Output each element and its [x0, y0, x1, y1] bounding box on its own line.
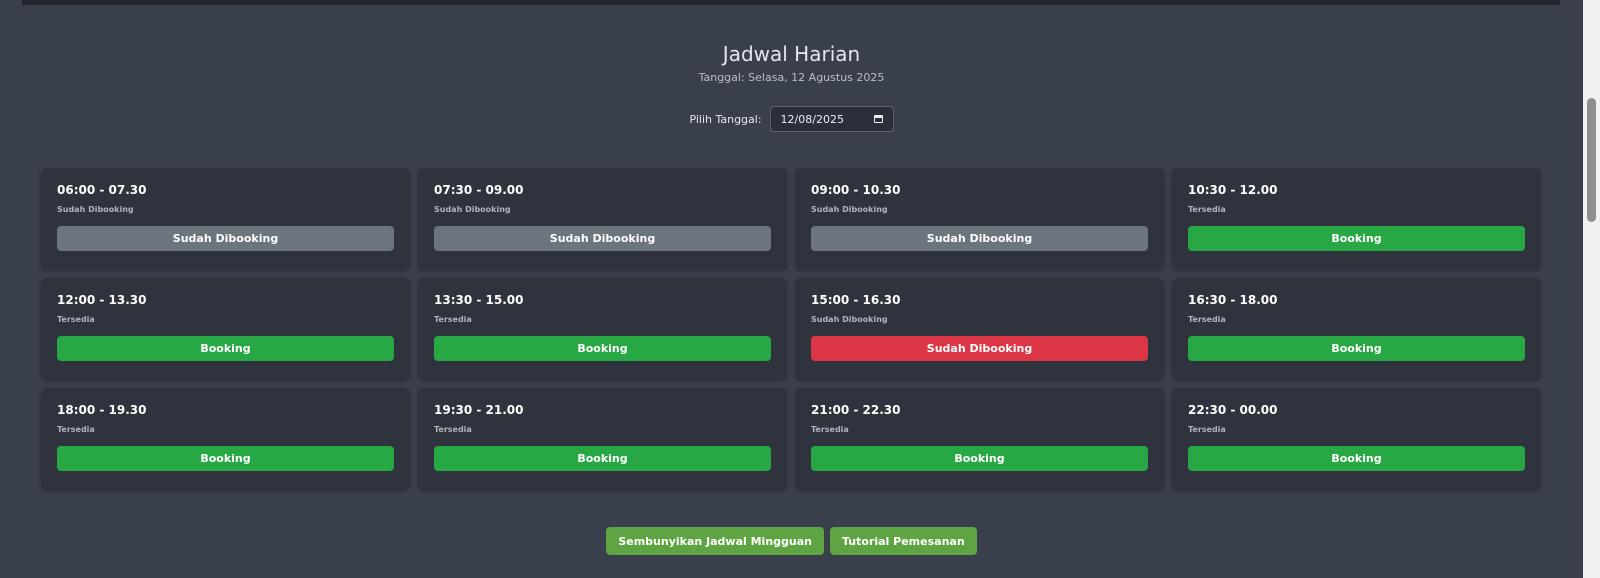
calendar-icon[interactable] — [873, 115, 883, 123]
slot-card: 09:00 - 10.30 Sudah Dibooking Sudah Dibo… — [795, 168, 1164, 270]
booking-button[interactable]: Booking — [1188, 446, 1525, 471]
slot-status: Tersedia — [1188, 315, 1226, 324]
slot-status: Sudah Dibooking — [57, 205, 134, 214]
slot-status: Sudah Dibooking — [811, 315, 888, 324]
booking-button[interactable]: Booking — [57, 446, 394, 471]
slot-card: 18:00 - 19.30 Tersedia Booking — [41, 388, 410, 490]
date-input-value: 12/08/2025 — [780, 112, 844, 126]
booked-button[interactable]: Sudah Dibooking — [811, 336, 1148, 361]
bottom-actions: Sembunyikan Jadwal Mingguan Tutorial Pem… — [0, 527, 1583, 555]
slot-card: 19:30 - 21.00 Tersedia Booking — [418, 388, 787, 490]
slot-status: Tersedia — [1188, 425, 1226, 434]
page-title: Jadwal Harian — [722, 42, 861, 66]
scrollbar-thumb[interactable] — [1587, 98, 1596, 222]
slot-card: 22:30 - 00.00 Tersedia Booking — [1172, 388, 1541, 490]
slot-time: 21:00 - 22.30 — [811, 403, 901, 417]
slot-time: 22:30 - 00.00 — [1188, 403, 1278, 417]
slot-card: 06:00 - 07.30 Sudah Dibooking Sudah Dibo… — [41, 168, 410, 270]
slot-card: 12:00 - 13.30 Tersedia Booking — [41, 278, 410, 380]
schedule-grid: 06:00 - 07.30 Sudah Dibooking Sudah Dibo… — [41, 168, 1541, 490]
slot-status: Sudah Dibooking — [434, 205, 511, 214]
date-input[interactable]: 12/08/2025 — [769, 106, 894, 132]
slot-card: 16:30 - 18.00 Tersedia Booking — [1172, 278, 1541, 380]
slot-card: 13:30 - 15.00 Tersedia Booking — [418, 278, 787, 380]
slot-time: 18:00 - 19.30 — [57, 403, 147, 417]
booking-button[interactable]: Booking — [57, 336, 394, 361]
slot-status: Tersedia — [434, 315, 472, 324]
slot-time: 10:30 - 12.00 — [1188, 183, 1278, 197]
slot-status: Tersedia — [434, 425, 472, 434]
slot-card: 07:30 - 09.00 Sudah Dibooking Sudah Dibo… — [418, 168, 787, 270]
slot-status: Tersedia — [1188, 205, 1226, 214]
slot-time: 16:30 - 18.00 — [1188, 293, 1278, 307]
slot-time: 13:30 - 15.00 — [434, 293, 524, 307]
page: Jadwal Harian Tanggal: Selasa, 12 Agustu… — [0, 0, 1583, 578]
slot-time: 06:00 - 07.30 — [57, 183, 147, 197]
booked-button[interactable]: Sudah Dibooking — [57, 226, 394, 251]
booking-button[interactable]: Booking — [811, 446, 1148, 471]
slot-time: 12:00 - 13.30 — [57, 293, 147, 307]
slot-time: 19:30 - 21.00 — [434, 403, 524, 417]
slot-card: 10:30 - 12.00 Tersedia Booking — [1172, 168, 1541, 270]
booked-button[interactable]: Sudah Dibooking — [811, 226, 1148, 251]
slot-status: Sudah Dibooking — [811, 205, 888, 214]
hide-weekly-schedule-button[interactable]: Sembunyikan Jadwal Mingguan — [606, 527, 824, 555]
booking-button[interactable]: Booking — [434, 446, 771, 471]
slot-card: 15:00 - 16.30 Sudah Dibooking Sudah Dibo… — [795, 278, 1164, 380]
slot-status: Tersedia — [57, 315, 95, 324]
slot-status: Tersedia — [57, 425, 95, 434]
slot-time: 09:00 - 10.30 — [811, 183, 901, 197]
booking-tutorial-button[interactable]: Tutorial Pemesanan — [830, 527, 977, 555]
date-picker-row: Pilih Tanggal: 12/08/2025 — [0, 106, 1583, 132]
booking-button[interactable]: Booking — [1188, 226, 1525, 251]
date-subtitle: Tanggal: Selasa, 12 Agustus 2025 — [698, 71, 885, 84]
slot-time: 07:30 - 09.00 — [434, 183, 524, 197]
slot-card: 21:00 - 22.30 Tersedia Booking — [795, 388, 1164, 490]
date-picker-label: Pilih Tanggal: — [689, 112, 762, 126]
top-bar — [22, 0, 1560, 5]
scrollbar[interactable] — [1583, 0, 1600, 578]
booked-button[interactable]: Sudah Dibooking — [434, 226, 771, 251]
slot-time: 15:00 - 16.30 — [811, 293, 901, 307]
booking-button[interactable]: Booking — [434, 336, 771, 361]
slot-status: Tersedia — [811, 425, 849, 434]
booking-button[interactable]: Booking — [1188, 336, 1525, 361]
